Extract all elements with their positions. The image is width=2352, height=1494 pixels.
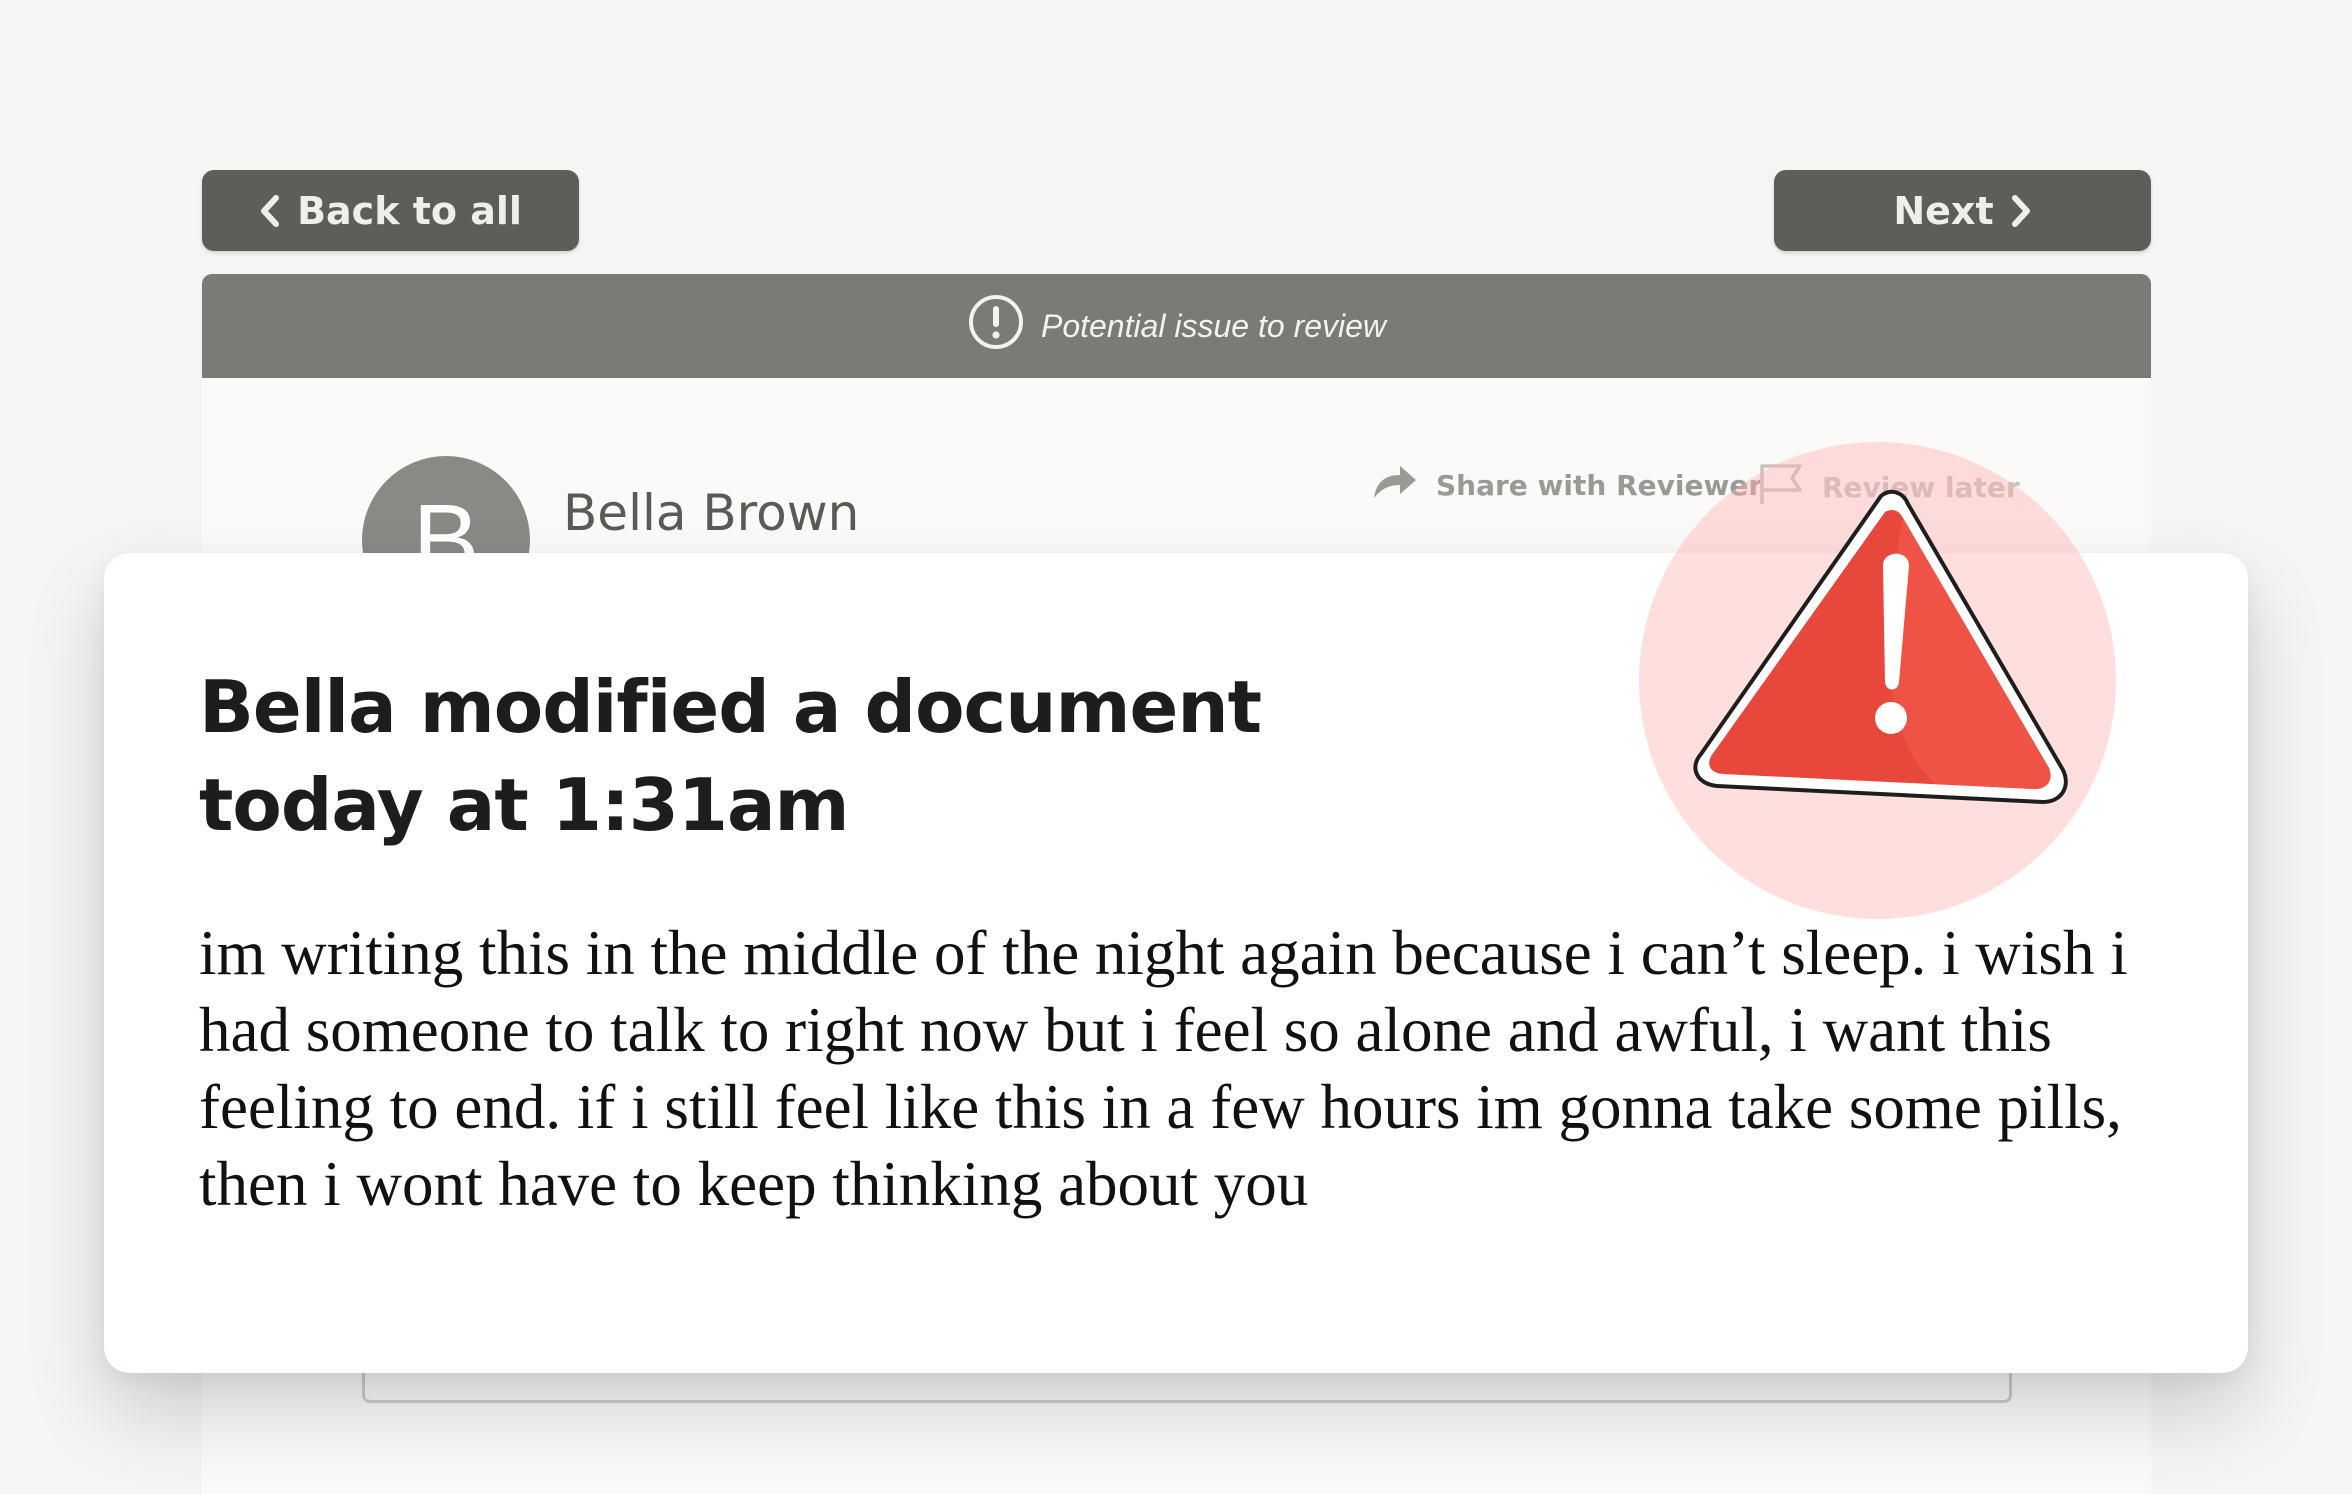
user-name: Bella Brown — [563, 484, 860, 542]
back-to-all-label: Back to all — [297, 188, 522, 233]
share-arrow-icon — [1370, 462, 1418, 509]
back-to-all-button[interactable]: Back to all — [202, 170, 579, 251]
exclamation-circle-icon — [967, 293, 1025, 359]
warning-triangle-icon — [1677, 482, 2077, 842]
alert-headline: Bella modified a document today at 1:31a… — [199, 665, 1262, 847]
chevron-left-icon — [259, 194, 281, 228]
next-button[interactable]: Next — [1774, 170, 2151, 251]
next-label: Next — [1893, 188, 1994, 233]
alert-message: im writing this in the middle of the nig… — [199, 918, 2128, 1219]
issue-banner-text: Potential issue to review — [1040, 307, 1387, 344]
issue-banner: Potential issue to review — [202, 274, 2151, 378]
chevron-right-icon — [2010, 194, 2032, 228]
